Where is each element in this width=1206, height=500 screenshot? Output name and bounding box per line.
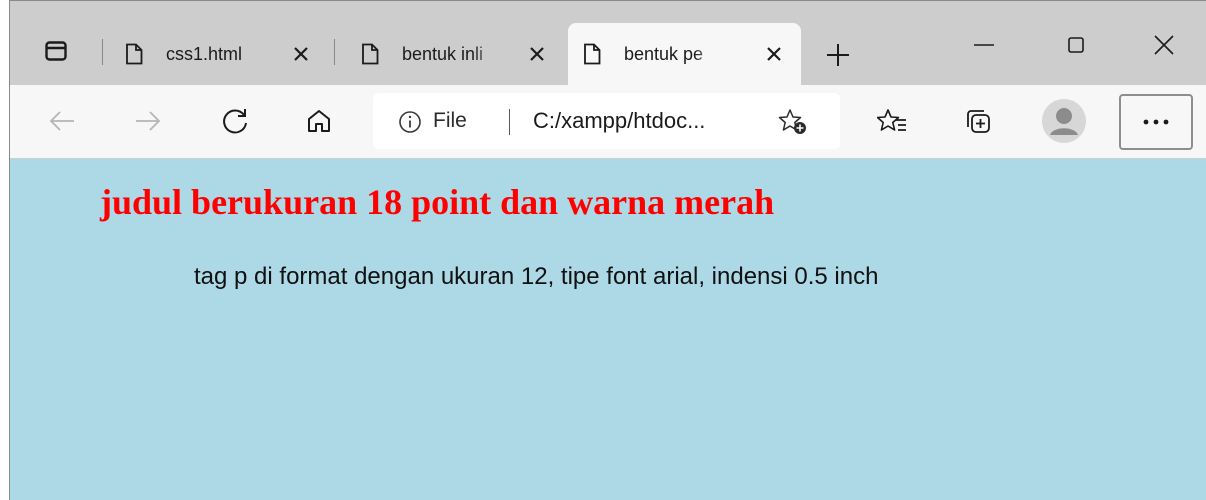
- close-icon: [1154, 35, 1174, 55]
- tab-actions-icon: [45, 41, 67, 61]
- browser-window: css1.html bentuk inli bentuk pe File C:/…: [9, 0, 1206, 500]
- collections-button[interactable]: [956, 99, 1000, 143]
- maximize-icon: [1068, 37, 1084, 53]
- site-info-button[interactable]: [397, 109, 423, 135]
- tab-css1[interactable]: css1.html: [110, 23, 328, 85]
- arrow-right-icon: [136, 111, 161, 131]
- refresh-icon: [223, 109, 247, 134]
- address-scheme: File: [433, 109, 467, 132]
- profile-avatar[interactable]: [1040, 97, 1088, 145]
- home-button[interactable]: [297, 99, 341, 143]
- tab-strip: css1.html bentuk inli bentuk pe: [10, 1, 1206, 85]
- page-icon: [360, 42, 380, 66]
- avatar: [1042, 99, 1086, 143]
- minimize-icon: [974, 44, 994, 46]
- favorites-list-icon: [877, 109, 906, 131]
- tab-separator: [334, 39, 335, 65]
- page-icon: [582, 42, 602, 66]
- ellipsis-icon: [1143, 119, 1169, 125]
- back-button[interactable]: [40, 99, 84, 143]
- tab-bentuk-pe-active[interactable]: bentuk pe: [568, 23, 801, 85]
- tab-title: bentuk pe: [624, 43, 704, 64]
- close-icon: [294, 47, 308, 61]
- toolbar: File C:/xampp/htdoc...: [10, 85, 1206, 159]
- page-content: judul berukuran 18 point dan warna merah…: [10, 159, 1206, 500]
- tab-close-button[interactable]: [524, 41, 550, 67]
- page-paragraph: tag p di format dengan ukuran 12, tipe f…: [194, 263, 879, 290]
- plus-icon: [827, 44, 849, 66]
- page-icon: [124, 42, 144, 66]
- forward-button[interactable]: [126, 99, 170, 143]
- address-separator: [509, 109, 510, 135]
- close-icon: [767, 47, 781, 61]
- tab-actions-button[interactable]: [32, 27, 80, 75]
- collections-icon: [967, 110, 990, 133]
- tab-bentuk-inline[interactable]: bentuk inli: [346, 23, 564, 85]
- tab-title: bentuk inli: [402, 43, 484, 64]
- star-plus-icon: [778, 109, 806, 134]
- arrow-left-icon: [49, 111, 74, 131]
- refresh-button[interactable]: [213, 99, 257, 143]
- tab-close-button[interactable]: [761, 41, 787, 67]
- tab-close-button[interactable]: [288, 41, 314, 67]
- minimize-button[interactable]: [960, 21, 1008, 69]
- page-heading: judul berukuran 18 point dan warna merah: [100, 182, 775, 222]
- info-icon: [399, 111, 421, 133]
- window-close-button[interactable]: [1140, 21, 1188, 69]
- favorites-button[interactable]: [870, 99, 914, 143]
- maximize-button[interactable]: [1052, 21, 1100, 69]
- address-bar[interactable]: File C:/xampp/htdoc...: [373, 93, 840, 149]
- tab-title: css1.html: [166, 43, 243, 64]
- tab-separator: [102, 39, 103, 65]
- address-url[interactable]: C:/xampp/htdoc...: [533, 108, 705, 134]
- add-favorite-button[interactable]: [777, 107, 809, 137]
- home-icon: [308, 110, 330, 132]
- new-tab-button[interactable]: [820, 37, 856, 73]
- close-icon: [530, 47, 544, 61]
- more-options-button[interactable]: [1119, 94, 1193, 150]
